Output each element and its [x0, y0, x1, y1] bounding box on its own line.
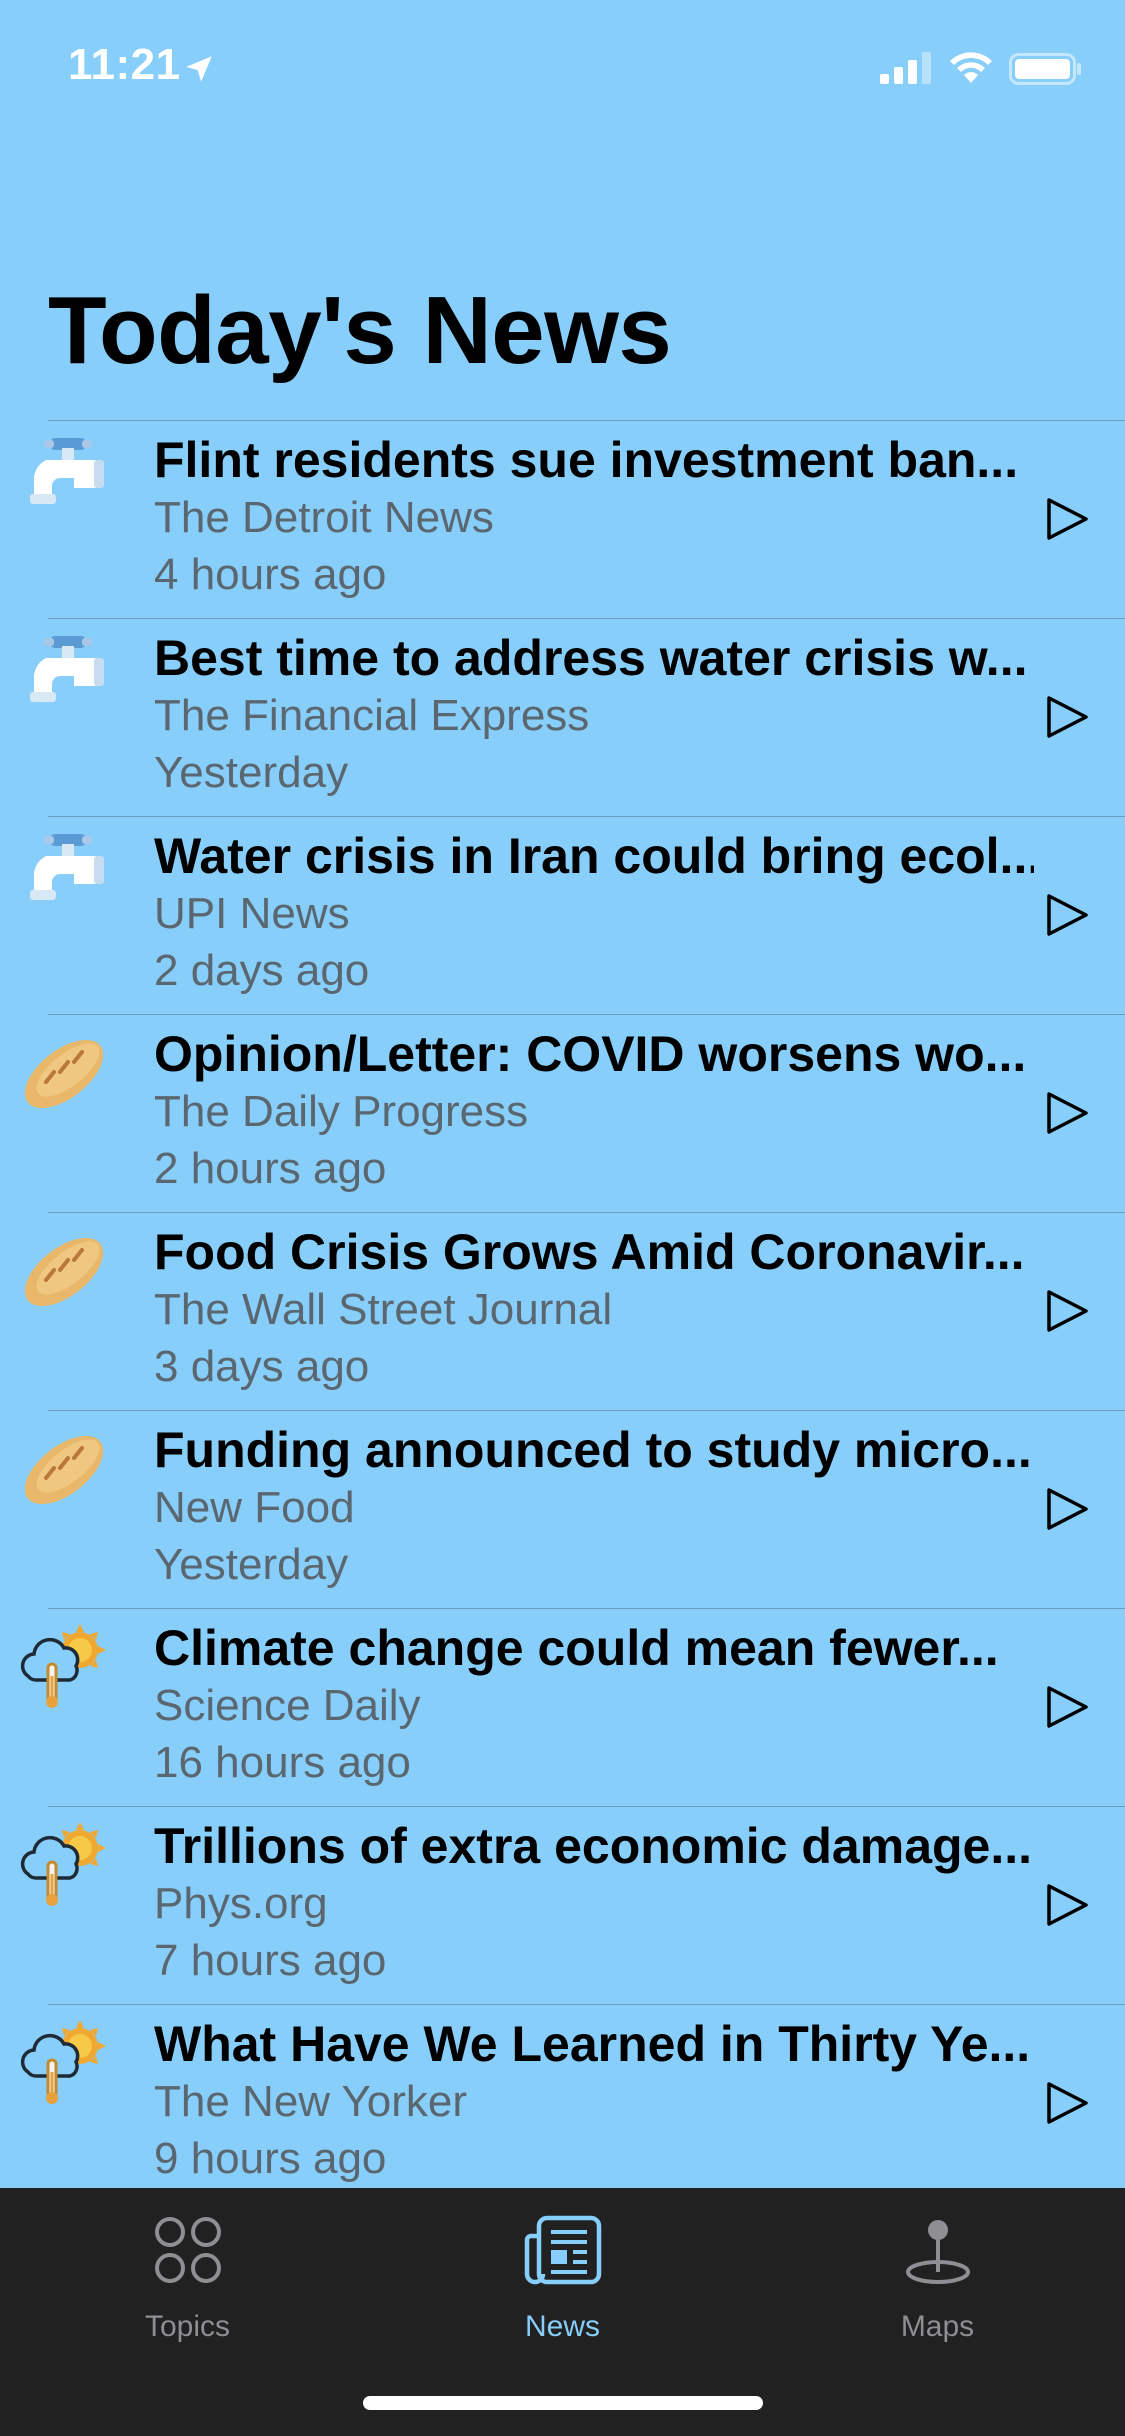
news-source: The Daily Progress [154, 1087, 529, 1136]
play-icon[interactable] [1044, 892, 1090, 938]
news-time: 2 hours ago [154, 1144, 387, 1193]
battery-icon [1009, 53, 1081, 85]
location-arrow-icon [186, 56, 212, 82]
row-divider [48, 1806, 1125, 1807]
climate-weather-icon [16, 1618, 112, 1714]
row-divider [48, 420, 1125, 421]
row-divider [48, 816, 1125, 817]
water-faucet-icon [16, 430, 112, 526]
water-faucet-icon [16, 628, 112, 724]
play-icon[interactable] [1044, 1486, 1090, 1532]
map-pin-icon [905, 2220, 970, 2284]
news-source: The Detroit News [154, 493, 494, 542]
page-title: Today's News [48, 277, 672, 384]
news-headline: Water crisis in Iran could bring ecol... [154, 828, 1034, 884]
cellular-signal-icon [880, 52, 931, 84]
news-source: Science Daily [154, 1681, 421, 1730]
news-row[interactable]: Opinion/Letter: COVID worsens wo... The … [0, 1014, 1125, 1212]
news-row[interactable]: Funding announced to study micro... New … [0, 1410, 1125, 1608]
news-headline: Funding announced to study micro... [154, 1422, 1032, 1478]
news-time: 3 days ago [154, 1342, 370, 1391]
news-list[interactable]: Flint residents sue investment ban... Th… [0, 420, 1125, 2188]
news-row[interactable]: Best time to address water crisis w... T… [0, 618, 1125, 816]
play-icon[interactable] [1044, 1090, 1090, 1136]
topics-grid-icon [154, 2217, 221, 2283]
news-time: 4 hours ago [154, 550, 387, 599]
play-icon[interactable] [1044, 1882, 1090, 1928]
news-source: Phys.org [154, 1879, 328, 1928]
water-faucet-icon [16, 826, 112, 922]
tab-topics[interactable]: Topics [0, 2188, 375, 2368]
play-icon[interactable] [1044, 694, 1090, 740]
news-source: New Food [154, 1483, 355, 1532]
news-row[interactable]: Water crisis in Iran could bring ecol...… [0, 816, 1125, 1014]
news-time: Yesterday [154, 748, 349, 797]
wifi-icon [950, 52, 992, 83]
play-icon[interactable] [1044, 1684, 1090, 1730]
play-icon[interactable] [1044, 496, 1090, 542]
status-bar: 11:21 [0, 0, 1125, 140]
play-icon[interactable] [1044, 2080, 1090, 2126]
news-row[interactable]: Flint residents sue investment ban... Th… [0, 420, 1125, 618]
news-headline: Opinion/Letter: COVID worsens wo... [154, 1026, 1027, 1082]
news-source: The Wall Street Journal [154, 1285, 613, 1334]
tab-maps[interactable]: Maps [750, 2188, 1125, 2368]
bread-icon [16, 1024, 112, 1120]
play-icon[interactable] [1044, 1288, 1090, 1334]
climate-weather-icon [16, 2014, 112, 2110]
news-source: UPI News [154, 889, 350, 938]
news-time: 2 days ago [154, 946, 370, 995]
row-divider [48, 618, 1125, 619]
row-divider [48, 1014, 1125, 1015]
news-headline: Climate change could mean fewer... [154, 1620, 999, 1676]
news-headline: Best time to address water crisis w... [154, 630, 1028, 686]
news-row[interactable]: Food Crisis Grows Amid Coronavir... The … [0, 1212, 1125, 1410]
tab-maps-label: Maps [900, 2310, 975, 2343]
row-divider [48, 1410, 1125, 1411]
news-headline: Trillions of extra economic damage... [154, 1818, 1033, 1874]
news-time: 9 hours ago [154, 2134, 387, 2183]
news-row[interactable]: What Have We Learned in Thirty Ye... The… [0, 2004, 1125, 2188]
bread-icon [16, 1420, 112, 1516]
news-time: Yesterday [154, 1540, 349, 1589]
news-source: The New Yorker [154, 2077, 468, 2126]
news-time: 7 hours ago [154, 1936, 387, 1985]
news-row[interactable]: Climate change could mean fewer... Scien… [0, 1608, 1125, 1806]
news-headline: Food Crisis Grows Amid Coronavir... [154, 1224, 1025, 1280]
climate-weather-icon [16, 1816, 112, 1912]
news-headline: Flint residents sue investment ban... [154, 432, 1019, 488]
news-time: 16 hours ago [154, 1738, 411, 1787]
news-headline: What Have We Learned in Thirty Ye... [154, 2016, 1031, 2072]
tab-news-label: News [524, 2310, 600, 2343]
tab-news[interactable]: News [375, 2188, 750, 2368]
row-divider [48, 1212, 1125, 1213]
tab-bar: Topics News Maps [0, 2188, 1125, 2436]
tab-topics-label: Topics [144, 2310, 231, 2343]
status-time: 11:21 [68, 40, 181, 89]
news-row[interactable]: Trillions of extra economic damage... Ph… [0, 1806, 1125, 2004]
bread-icon [16, 1222, 112, 1318]
news-source: The Financial Express [154, 691, 590, 740]
row-divider [48, 1608, 1125, 1609]
newspaper-icon [524, 2215, 601, 2285]
row-divider [48, 2004, 1125, 2005]
home-indicator [363, 2396, 763, 2410]
